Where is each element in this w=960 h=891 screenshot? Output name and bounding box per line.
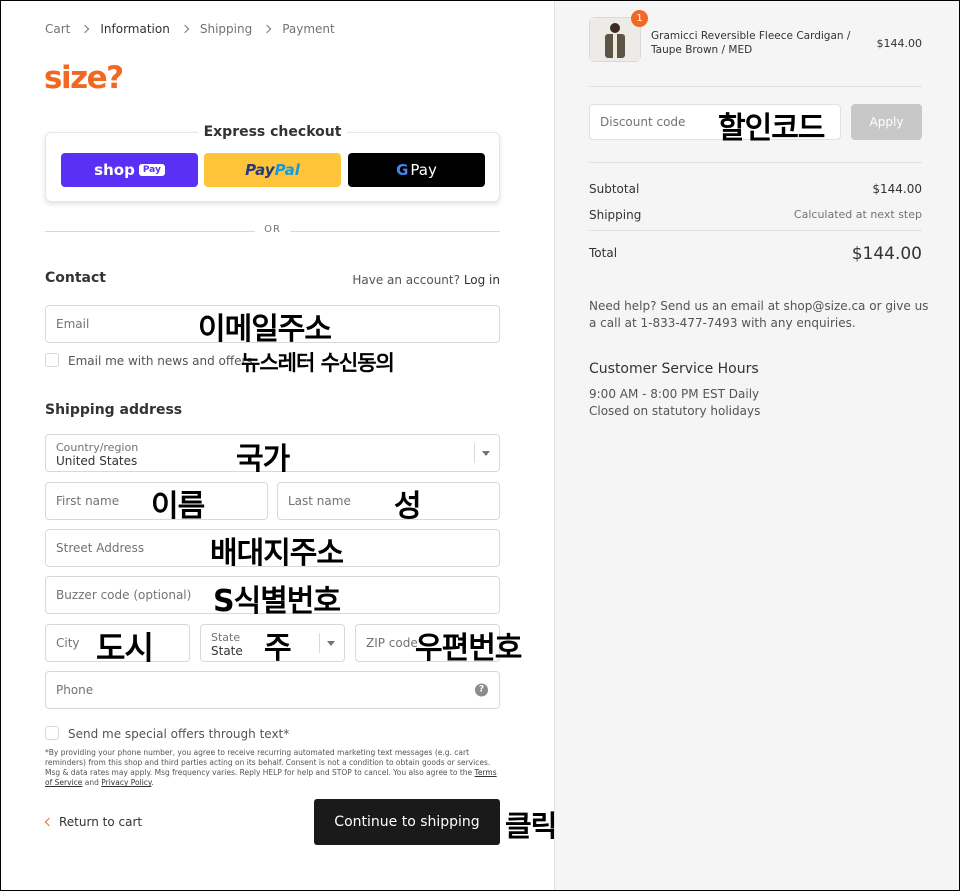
screenshot-frame — [0, 0, 960, 891]
